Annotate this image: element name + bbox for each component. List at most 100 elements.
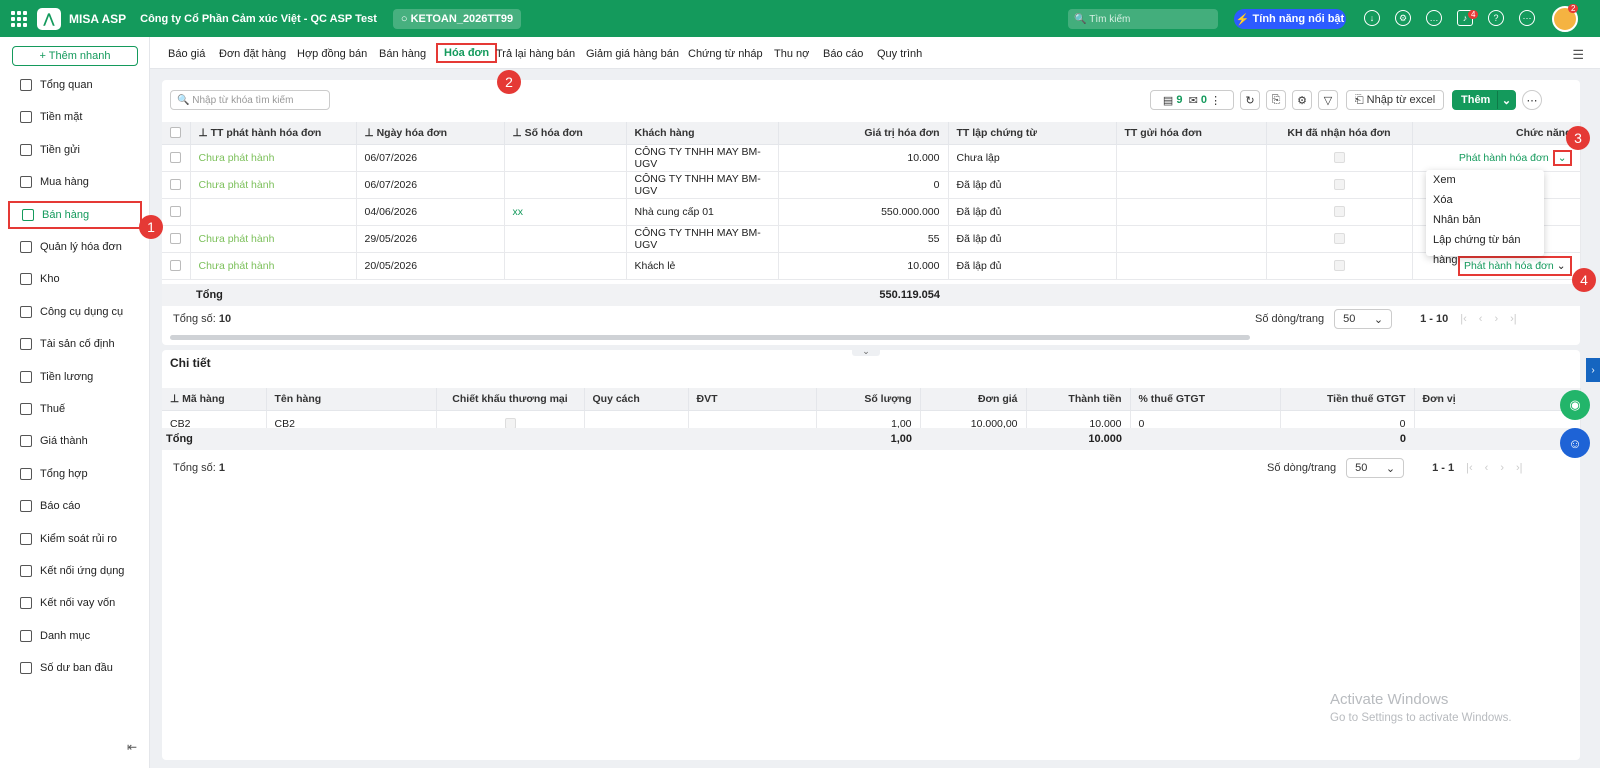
invoice-number[interactable] [504,225,627,253]
col-header[interactable]: Giá trị hóa đơn [778,122,949,145]
tab-settings-icon[interactable]: ☰ [1572,47,1584,63]
horizontal-scrollbar[interactable] [170,335,1250,340]
menu-item-create-sales-voucher[interactable]: Lập chứng từ bán hàng [1426,230,1544,266]
col-header[interactable]: Khách hàng [626,122,779,145]
col-header[interactable]: ⊥ TT phát hành hóa đơn [190,122,357,145]
prev-page-icon[interactable]: ‹ [1485,462,1489,474]
tab-ban-hang[interactable]: Bán hàng [379,48,426,60]
sidebar-item-ket-noi-vay-von[interactable]: Kết nối vay vốn [8,589,142,617]
next-page-icon[interactable]: › [1494,313,1498,325]
more-actions-icon[interactable]: ⋯ [1522,90,1542,110]
global-search-input[interactable]: 🔍 Tìm kiếm [1068,9,1218,29]
tab-bao-cao[interactable]: Báo cáo [823,48,863,60]
tab-thu-no[interactable]: Thu nợ [774,48,809,60]
help-icon[interactable]: ? [1488,10,1504,26]
col-header[interactable]: Tiền thuế GTGT [1280,388,1415,411]
settings-icon[interactable]: ⚙ [1292,90,1312,110]
col-header[interactable]: % thuế GTGT [1130,388,1281,411]
invoice-number[interactable] [504,171,627,199]
tab-giam-gia-hang-ban[interactable]: Giảm giá hàng bán [586,48,679,60]
row-checkbox[interactable] [170,233,181,245]
community-icon[interactable]: ☺ [1560,428,1590,458]
first-page-icon[interactable]: |‹ [1466,462,1473,474]
sidebar-item-so-du-ban-dau[interactable]: Số dư ban đầu [8,654,142,682]
download-icon[interactable]: ↓ [1364,10,1380,26]
col-header[interactable]: ⊥ Mã hàng [162,388,267,411]
tab-chung-tu-nhap[interactable]: Chứng từ nháp [688,48,763,60]
detail-page-size-select[interactable]: 50 ⌄ [1346,458,1405,478]
sidebar-item-cong-cu-dung-cu[interactable]: Công cụ dụng cụ [8,298,142,326]
status-counts[interactable]: ▤ 9 ✉ 0 ⋮ [1150,90,1234,110]
tab-hop-dong-ban[interactable]: Hợp đồng bán [297,48,367,60]
sidebar-item-tien-luong[interactable]: Tiền lương [8,363,142,391]
sidebar-item-danh-muc[interactable]: Danh mục [8,622,142,650]
sidebar-item-tien-mat[interactable]: Tiền mặt [8,103,142,131]
col-header[interactable]: Đơn giá [920,388,1027,411]
col-header[interactable]: TT lập chứng từ [948,122,1117,145]
page-size-select[interactable]: 50 ⌄ [1334,309,1393,329]
tab-hoa-don[interactable]: Hóa đơn [436,43,498,63]
featured-button[interactable]: ⚡ Tính năng nổi bật [1234,9,1346,29]
menu-item-delete[interactable]: Xóa [1426,190,1544,210]
invoice-number[interactable] [504,252,627,280]
row-checkbox[interactable] [170,179,181,191]
sidebar-item-thue[interactable]: Thuế [8,395,142,423]
col-header[interactable]: Chức năng [1412,122,1581,145]
row-checkbox[interactable] [170,152,181,164]
tab-quy-trinh[interactable]: Quy trình [877,48,922,60]
menu-item-view[interactable]: Xem [1426,170,1544,190]
import-excel-button[interactable]: ⎗ Nhập từ excel [1346,90,1444,110]
sidebar-item-kho[interactable]: Kho [8,265,142,293]
company-name[interactable]: Công ty Cổ Phần Cảm xúc Việt - QC ASP Te… [140,13,377,25]
row-checkbox[interactable] [170,260,181,272]
select-all-checkbox[interactable] [170,127,181,139]
table-row[interactable]: Chưa phát hành 06/07/2026 CÔNG TY TNHH MAY… [162,171,1581,199]
add-dropdown-icon[interactable]: ⌄ [1497,91,1515,109]
sidebar-item-ket-noi-ung-dung[interactable]: Kết nối ứng dụng [8,557,142,585]
col-header[interactable]: TT gửi hóa đơn [1116,122,1267,145]
col-header[interactable]: Đơn vị [1414,388,1581,411]
apps-grid-icon[interactable] [11,10,27,27]
last-page-icon[interactable]: ›| [1510,313,1517,325]
table-row[interactable]: Chưa phát hành 29/05/2026 CÔNG TY TNHH MAY… [162,225,1581,253]
splitter-chevron-icon[interactable]: ⌄ [852,346,880,356]
invoice-number[interactable] [504,144,627,172]
col-header[interactable]: ĐVT [688,388,817,411]
sidebar-item-tong-quan[interactable]: Tổng quan [8,71,142,99]
tab-tra-lai-hang-ban[interactable]: Trả lại hàng bán [496,48,575,60]
tab-don-dat-hang[interactable]: Đơn đặt hàng [219,48,286,60]
filter-icon[interactable]: ▽ [1318,90,1338,110]
chat-icon[interactable]: … [1426,10,1442,26]
last-page-icon[interactable]: ›| [1516,462,1523,474]
table-row[interactable]: Chưa phát hành 20/05/2026 Khách lẻ 10.000 Đã… [162,252,1581,280]
sidebar-item-kiem-soat-rui-ro[interactable]: Kiểm soát rủi ro [8,525,142,553]
action-dropdown-toggle-icon[interactable]: ⌄ [1552,149,1572,166]
collapse-sidebar-icon[interactable]: ⇤ [120,737,144,757]
col-header[interactable]: Tên hàng [266,388,437,411]
gear-icon[interactable]: ⚙ [1395,10,1411,26]
menu-item-duplicate[interactable]: Nhân bản [1426,210,1544,230]
sidebar-item-gia-thanh[interactable]: Giá thành [8,427,142,455]
issue-invoice-button[interactable]: Phát hành hóa đơn ⌄ [1457,255,1572,276]
sidebar-item-tien-gui[interactable]: Tiền gửi [8,136,142,164]
col-header[interactable]: Số lượng [816,388,921,411]
export-icon[interactable]: ⎘ [1266,90,1286,110]
col-header[interactable]: ⊥ Số hóa đơn [504,122,627,145]
quick-add-button[interactable]: + Thêm nhanh [12,46,138,66]
chatbot-icon[interactable]: ◉ [1560,390,1590,420]
expand-side-icon[interactable]: › [1586,358,1600,382]
col-header[interactable]: Quy cách [584,388,689,411]
first-page-icon[interactable]: |‹ [1460,313,1467,325]
keyword-search-input[interactable]: 🔍 Nhập từ khóa tìm kiếm [170,90,330,110]
more-icon[interactable]: ⋯ [1519,10,1535,26]
sidebar-item-tai-san-co-dinh[interactable]: Tài sản cố định [8,330,142,358]
tab-bao-gia[interactable]: Báo giá [168,48,205,60]
invoice-number[interactable]: xx [504,198,627,226]
database-chip[interactable]: ○ KETOAN_2026TT99 [392,8,522,29]
sidebar-item-quan-ly-hoa-don[interactable]: Quản lý hóa đơn [8,233,142,261]
row-checkbox[interactable] [170,206,181,218]
add-button[interactable]: Thêm ⌄ [1452,90,1516,110]
table-row[interactable]: Chưa phát hành 06/07/2026 CÔNG TY TNHH MAY… [162,144,1581,172]
sidebar-item-tong-hop[interactable]: Tổng hợp [8,460,142,488]
sidebar-item-mua-hang[interactable]: Mua hàng [8,168,142,196]
